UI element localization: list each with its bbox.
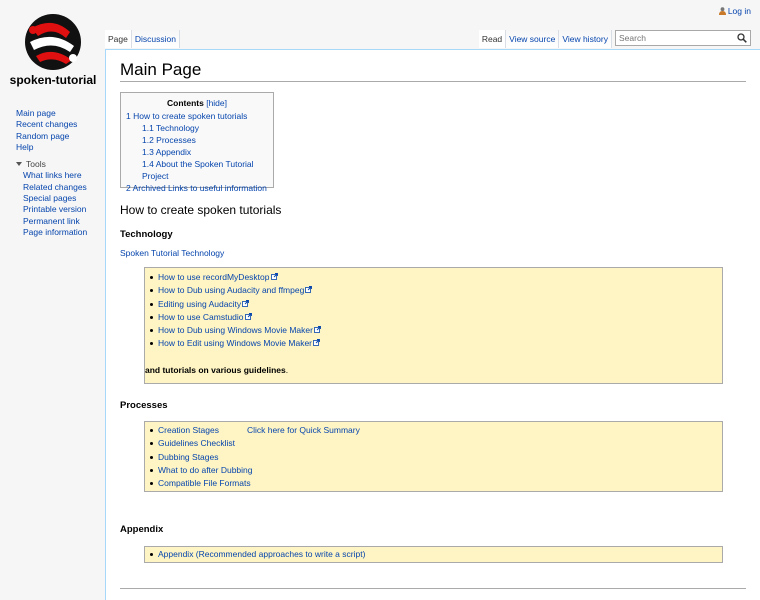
content-area: Main Page Contents [hide] 1 How to creat… (105, 49, 760, 600)
appendix-box: Appendix (Recommended approaches to writ… (144, 546, 723, 563)
tab-view-history[interactable]: View history (559, 30, 612, 48)
toc-item-1[interactable]: 1 How to create spoken tutorials (126, 110, 268, 122)
expand-triangle-icon (16, 162, 22, 167)
external-link-icon (242, 299, 250, 307)
toc-item-1-1[interactable]: 1.1 Technology (126, 122, 268, 134)
tools-heading[interactable]: Tools (16, 159, 102, 170)
toc-item-1-2[interactable]: 1.2 Processes (126, 134, 268, 146)
external-link-icon (244, 312, 252, 320)
appendix-link[interactable]: Appendix (Recommended approaches to writ… (158, 549, 365, 559)
tools-item-special-pages[interactable]: Special pages (23, 193, 102, 204)
list-item[interactable]: How to Edit using Windows Movie Maker (150, 337, 722, 350)
list-item[interactable]: How to Dub using Windows Movie Maker (150, 324, 722, 337)
user-icon (718, 7, 726, 15)
tech-link-recordmydesktop[interactable]: How to use recordMyDesktop (158, 272, 270, 282)
search-box (615, 30, 751, 46)
spoken-tutorial-logo: spoken-tutorial (10, 14, 96, 87)
tools-item-related-changes[interactable]: Related changes (23, 182, 102, 193)
process-link-creation-stages[interactable]: Creation Stages (158, 425, 219, 435)
list-item[interactable]: Appendix (Recommended approaches to writ… (150, 548, 722, 561)
title-divider (120, 81, 746, 82)
external-link-icon (313, 339, 320, 347)
sidebar-item-recent-changes[interactable]: Recent changes (16, 119, 102, 130)
list-item[interactable]: Dubbing Stages (150, 451, 722, 464)
table-of-contents: Contents [hide] 1 How to create spoken t… (120, 92, 274, 193)
list-item[interactable]: How to Dub using Audacity and ffmpeg (150, 284, 722, 297)
process-link-file-formats[interactable]: Compatible File Formats (158, 478, 251, 488)
process-link-after-dubbing[interactable]: What to do after Dubbing (158, 465, 253, 475)
toc-item-1-4[interactable]: 1.4 About the Spoken Tutorial Project (126, 158, 268, 182)
external-link-icon (314, 326, 321, 334)
tools-item-permanent-link[interactable]: Permanent link (23, 216, 102, 227)
tools-item-page-information[interactable]: Page information (23, 227, 102, 238)
list-item[interactable]: How to use Camstudio (150, 311, 722, 324)
process-link-guidelines-checklist[interactable]: Guidelines Checklist (158, 438, 235, 448)
appendix-heading: Appendix (120, 524, 164, 535)
logo-text: spoken-tutorial (10, 73, 96, 87)
list-item[interactable]: Guidelines Checklist (150, 437, 722, 450)
toc-title: Contents [hide] (126, 97, 268, 109)
namespace-tabs: Page Discussion (105, 30, 180, 49)
search-input[interactable] (616, 31, 737, 45)
technology-box: How to use recordMyDesktop How to Dub us… (144, 267, 723, 384)
tech-link-camstudio[interactable]: How to use Camstudio (158, 312, 244, 322)
personal-tools: Log in (718, 6, 751, 16)
external-link-icon (305, 286, 313, 294)
tab-view-source[interactable]: View source (506, 30, 560, 48)
process-link-dubbing-stages[interactable]: Dubbing Stages (158, 452, 219, 462)
search-icon[interactable] (737, 33, 747, 43)
list-item[interactable]: Editing using Audacity (150, 298, 722, 311)
spoken-tutorial-technology-link[interactable]: Spoken Tutorial Technology (120, 248, 224, 258)
toc-item-1-3[interactable]: 1.3 Appendix (126, 146, 268, 158)
tech-link-dub-wmm[interactable]: How to Dub using Windows Movie Maker (158, 325, 313, 335)
guidelines-note: and tutorials on various guidelines. (145, 365, 288, 375)
sidebar-item-main-page[interactable]: Main page (16, 108, 102, 119)
list-item[interactable]: What to do after Dubbing (150, 464, 722, 477)
technology-heading: Technology (120, 229, 173, 240)
toc-title-label: Contents (166, 98, 204, 108)
view-tabs: Read View source View history (478, 30, 612, 49)
site-logo[interactable]: spoken-tutorial (10, 8, 96, 90)
tech-link-edit-wmm[interactable]: How to Edit using Windows Movie Maker (158, 338, 312, 348)
tab-discussion[interactable]: Discussion (131, 30, 180, 48)
sidebar: Main page Recent changes Random page Hel… (16, 108, 102, 238)
quick-summary-link[interactable]: Click here for Quick Summary (247, 425, 360, 435)
external-link-icon (270, 273, 278, 280)
tools-item-printable-version[interactable]: Printable version (23, 204, 102, 215)
tech-link-editing-audacity[interactable]: Editing using Audacity (158, 299, 241, 309)
tab-read[interactable]: Read (478, 30, 507, 48)
list-item[interactable]: How to use recordMyDesktop (150, 271, 722, 284)
toc-hide-link[interactable]: [hide] (206, 98, 227, 108)
list-item[interactable]: Compatible File Formats (150, 477, 722, 490)
section-divider (120, 588, 746, 589)
tools-heading-label: Tools (26, 159, 46, 170)
list-item[interactable]: Creation Stages Click here for Quick Summ… (150, 424, 722, 437)
login-link[interactable]: Log in (728, 6, 751, 16)
sidebar-item-random-page[interactable]: Random page (16, 131, 102, 142)
section-heading: How to create spoken tutorials (120, 203, 282, 217)
processes-heading: Processes (120, 400, 168, 411)
processes-box: Creation Stages Click here for Quick Summ… (144, 421, 723, 492)
tools-item-what-links-here[interactable]: What links here (23, 170, 102, 181)
tab-page[interactable]: Page (105, 30, 132, 48)
sidebar-item-help[interactable]: Help (16, 142, 102, 153)
guidelines-note-text: and tutorials on various guidelines (145, 365, 286, 375)
page-title: Main Page (120, 60, 202, 79)
toc-item-2[interactable]: 2 Archived Links to useful information (126, 182, 268, 194)
tools-list: What links here Related changes Special … (16, 170, 102, 238)
guidelines-note-period: . (285, 365, 289, 375)
tech-link-dub-audacity[interactable]: How to Dub using Audacity and ffmpeg (158, 285, 304, 295)
